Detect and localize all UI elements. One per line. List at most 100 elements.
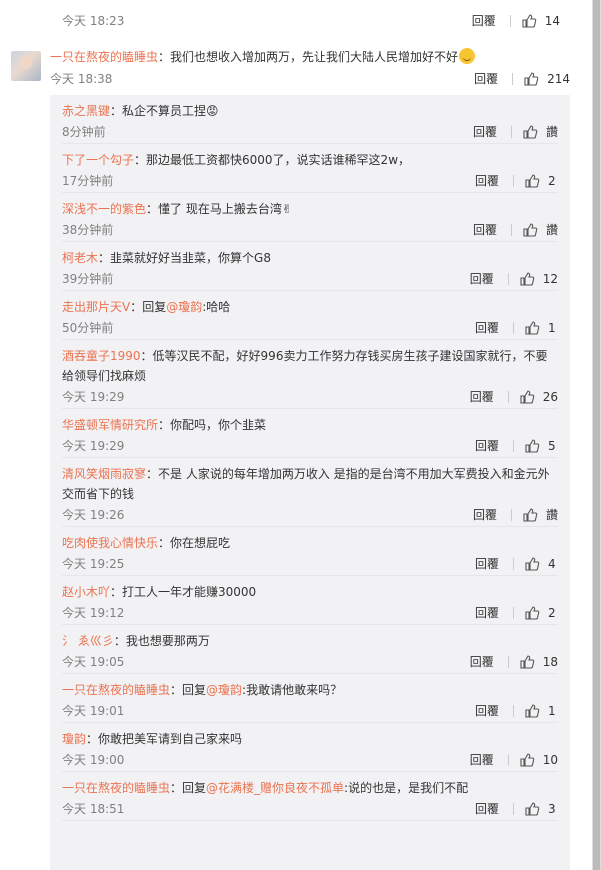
reply-time: 50分钟前	[62, 321, 114, 335]
reply-actions: 回覆 讚	[473, 504, 558, 526]
reply-body: ：你配吗，你个韭菜	[158, 418, 267, 432]
reply-item: 华盛顿军情研究所：你配吗，你个韭菜 今天 19:29 回覆 5	[62, 409, 558, 458]
scrollbar[interactable]	[592, 0, 601, 870]
reply-item: 柯老木：韭菜就好好当韭菜，你算个G8 39分钟前 回覆 12	[62, 242, 558, 291]
emoji-icon	[459, 48, 476, 64]
reply-meta: 17分钟前 回覆 2	[62, 170, 558, 192]
reply-meta: 今天 19:01 回覆 1	[62, 700, 558, 722]
reply-body: ：我也想要那两万	[113, 634, 210, 648]
avatar[interactable]	[11, 51, 41, 81]
thumbs-up-icon[interactable]	[519, 752, 535, 768]
reply-text: 清风笑烟雨寂寥：不是 人家说的每年增加两万收入 是指的是台湾不用加大军费投入和金…	[62, 458, 558, 504]
reply-button[interactable]: 回覆	[470, 268, 494, 290]
username-link[interactable]: 吃肉使我心情快乐	[62, 536, 158, 550]
thumbs-up-icon[interactable]	[522, 507, 538, 523]
thumbs-up-icon[interactable]	[524, 173, 540, 189]
thumbs-up-icon[interactable]	[524, 320, 540, 336]
mention-link[interactable]: @瓊韵	[206, 683, 242, 697]
previous-comment: 今天 18:23 回覆 14	[50, 0, 560, 38]
username-link[interactable]: 柯老木	[62, 251, 98, 265]
thumbs-up-icon[interactable]	[524, 438, 540, 454]
thumbs-up-icon[interactable]	[519, 271, 535, 287]
reply-actions: 回覆 12	[470, 268, 558, 290]
reply-item: 瓊韵：你敢把美军请到自己家来吗 今天 19:00 回覆 10	[62, 723, 558, 772]
username-link[interactable]: 深浅不一的紫色	[62, 202, 146, 216]
divider	[510, 224, 512, 236]
reply-button[interactable]: 回覆	[475, 798, 499, 820]
scrollbar-thumb[interactable]	[593, 0, 600, 870]
reply-time: 今天 19:05	[62, 655, 125, 669]
username-link[interactable]: 酒吞童子1990	[62, 349, 141, 363]
divider	[513, 607, 514, 619]
like-count: 3	[548, 802, 556, 816]
username-link[interactable]: 一只在熬夜的瞌睡虫	[62, 683, 170, 697]
reply-item: 赵小木吖：打工人一年才能赚30000 今天 19:12 回覆 2	[62, 576, 558, 625]
thumbs-up-icon[interactable]	[524, 801, 540, 817]
reply-actions: 回覆 讚	[473, 219, 558, 241]
username-link[interactable]: 氵 ゑ巛彡	[62, 634, 114, 648]
reply-item: 一只在熬夜的瞌睡虫：回复@瓊韵:我敢请他敢来吗？ 今天 19:01 回覆 1	[62, 674, 558, 723]
reply-button[interactable]: 回覆	[474, 70, 498, 87]
like-count: 26	[542, 390, 558, 404]
comment-actions: 回覆 214	[474, 70, 570, 87]
username-link[interactable]: 走出那片天V	[62, 300, 130, 314]
reply-button[interactable]: 回覆	[475, 317, 499, 339]
reply-actions: 回覆 18	[470, 651, 558, 673]
username-link[interactable]: 华盛顿军情研究所	[62, 418, 158, 432]
reply-body: ：那边最低工资都快6000了，说实话谁稀罕这2w，	[134, 153, 411, 167]
like-count: 5	[548, 439, 556, 453]
reply-text: 一只在熬夜的瞌睡虫：回复@花满楼_赠你良夜不孤单:说的也是，是我们不配	[62, 772, 558, 798]
like-count: 讚	[545, 508, 558, 522]
mention-link[interactable]: @花满楼_赠你良夜不孤单	[206, 781, 344, 795]
reply-meta: 今天 19:05 回覆 18	[62, 651, 558, 673]
reply-text: 华盛顿军情研究所：你配吗，你个韭菜	[62, 409, 558, 435]
thumbs-up-icon[interactable]	[523, 71, 539, 87]
reply-body: ：你敢把美军请到自己家来吗	[86, 732, 243, 746]
thumbs-up-icon[interactable]	[524, 605, 540, 621]
reply-text: 吃肉使我心情快乐：你在想屁吃	[62, 527, 558, 553]
reply-button[interactable]: 回覆	[473, 219, 497, 241]
reply-meta: 今天 19:12 回覆 2	[62, 602, 558, 624]
username-link[interactable]: 一只在熬夜的瞌睡虫	[50, 50, 158, 64]
mention-link[interactable]: @瓊韵	[166, 300, 202, 314]
username-link[interactable]: 瓊韵	[62, 732, 86, 746]
thumbs-up-icon[interactable]	[519, 389, 535, 405]
reply-button[interactable]: 回覆	[475, 170, 499, 192]
like-count: 2	[548, 606, 556, 620]
reply-button[interactable]: 回覆	[470, 651, 494, 673]
thumbs-up-icon[interactable]	[519, 654, 535, 670]
thumbs-up-icon[interactable]	[521, 13, 537, 29]
reply-text: 赤之黑键：私企不算员工捏😡	[62, 95, 558, 121]
like-count: 12	[542, 272, 558, 286]
reply-text: 走出那片天V：回复@瓊韵:哈哈	[62, 291, 558, 317]
reply-button[interactable]: 回覆	[473, 121, 497, 143]
comment-time: 今天 18:23	[62, 14, 125, 28]
username-link[interactable]: 一只在熬夜的瞌睡虫	[62, 781, 170, 795]
divider	[510, 126, 512, 138]
username-link[interactable]: 清风笑烟雨寂寥	[62, 467, 146, 481]
reply-button[interactable]: 回覆	[475, 553, 499, 575]
reply-button[interactable]: 回覆	[470, 749, 494, 771]
reply-button[interactable]: 回覆	[475, 435, 499, 457]
reply-list: 赤之黑键：私企不算员工捏😡 8分钟前 回覆讚下了一个勾子：那边最低工资都快6000了…	[50, 95, 570, 870]
reply-body: ：回复	[170, 683, 207, 697]
reply-body-cont: :我敢请他敢来吗？	[242, 683, 343, 697]
reply-meta: 8分钟前 回覆 讚	[62, 121, 558, 143]
thumbs-up-icon[interactable]	[522, 124, 538, 140]
reply-actions: 回覆 2	[475, 602, 558, 624]
reply-button[interactable]: 回覆	[475, 602, 499, 624]
reply-button[interactable]: 回覆	[470, 386, 494, 408]
thumbs-up-icon[interactable]	[524, 703, 540, 719]
thumbs-up-icon[interactable]	[522, 222, 538, 238]
reply-button[interactable]: 回覆	[475, 700, 499, 722]
reply-button[interactable]: 回覆	[473, 504, 497, 526]
reply-time: 17分钟前	[62, 174, 114, 188]
reply-body: ：打工人一年才能赚30000	[110, 585, 257, 599]
username-link[interactable]: 下了一个勾子	[62, 153, 134, 167]
thumbs-up-icon[interactable]	[524, 556, 540, 572]
reply-item: 下了一个勾子：那边最低工资都快6000了，说实话谁稀罕这2w， 17分钟前 回覆 2	[62, 144, 558, 193]
username-link[interactable]: 赵小木吖	[62, 585, 110, 599]
username-link[interactable]: 赤之黑键	[62, 104, 110, 118]
reply-button[interactable]: 回覆	[472, 12, 496, 29]
reply-actions: 回覆 3	[475, 798, 558, 820]
